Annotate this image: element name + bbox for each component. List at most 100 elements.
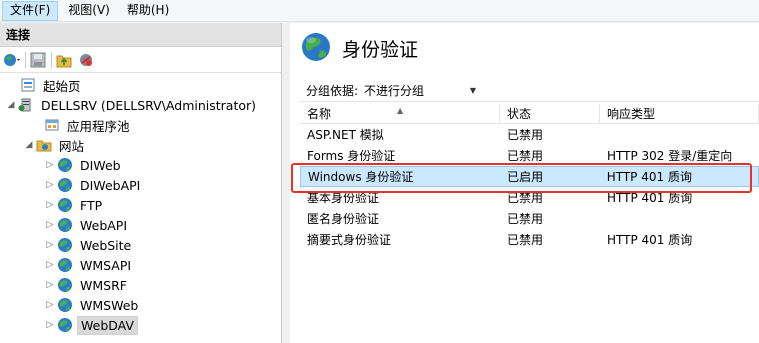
tree-item-site[interactable]: ▷ WMSWeb (45, 295, 141, 315)
cell-status: 已禁用 (507, 128, 544, 142)
column-header-status[interactable]: 状态 (500, 104, 600, 124)
tree-expanded-arrow[interactable]: ◢ (6, 100, 16, 110)
back-globe-icon[interactable] (3, 51, 21, 69)
tree-item-label: FTP (80, 197, 103, 213)
cell-name: 匿名身份验证 (307, 212, 380, 226)
cell-response: HTTP 401 质询 (607, 233, 693, 247)
column-header-label: 名称 (307, 107, 332, 121)
cell-status: 已禁用 (507, 212, 544, 226)
globe-icon (56, 176, 74, 194)
tree-item-label: DIWeb (80, 157, 121, 173)
tree-item-label: WMSWeb (80, 297, 139, 313)
tree-item-label: DIWebAPI (80, 177, 141, 193)
tree-collapsed-arrow[interactable]: ▷ (45, 220, 55, 230)
tree-item-site[interactable]: ▷ WebAPI (45, 215, 130, 235)
save-icon[interactable] (29, 51, 47, 69)
group-by-dropdown[interactable]: 不进行分组 ▼ (364, 82, 480, 99)
globe-icon (56, 216, 74, 234)
tree-item-label: WebDAV (77, 315, 138, 335)
table-row[interactable]: 基本身份验证 已禁用 HTTP 401 质询 (300, 187, 759, 208)
connections-toolbar (0, 47, 281, 73)
tree-item-label: WebAPI (80, 217, 128, 233)
globe-icon (56, 196, 74, 214)
cell-name: 基本身份验证 (307, 191, 380, 205)
globe-icon (56, 316, 74, 334)
group-by-value: 不进行分组 (364, 84, 425, 98)
tree-item-site[interactable]: ▷ FTP (45, 195, 105, 215)
menu-file[interactable]: 文件(F) (2, 0, 59, 21)
table-header: 名称 ▲ 状态 响应类型 (300, 104, 759, 124)
tree-item-sites[interactable]: ◢ 网站 (24, 135, 87, 155)
tree-item-site[interactable]: ▷ DIWeb (45, 155, 124, 175)
globe-icon (56, 236, 74, 254)
feature-header: 身份验证 (300, 31, 418, 66)
table-row[interactable]: Forms 身份验证 已禁用 HTTP 302 登录/重定向 (300, 145, 759, 166)
tree-item-site[interactable]: ▷ WMSAPI (45, 255, 134, 275)
table-row[interactable]: 摘要式身份验证 已禁用 HTTP 401 质询 (300, 229, 759, 250)
tree-item-label: 应用程序池 (67, 118, 130, 134)
toolbar-separator (51, 51, 52, 68)
cell-status: 已启用 (507, 170, 544, 184)
tree-collapsed-arrow[interactable]: ▷ (45, 320, 55, 330)
authentication-globe-icon (300, 31, 332, 66)
tree-item-label: DELLSRV (DELLSRV\Administrator) (41, 97, 257, 113)
tree-item-label: WebSite (80, 237, 132, 253)
cell-response: HTTP 401 质询 (606, 170, 692, 184)
menu-help[interactable]: 帮助(H) (120, 1, 176, 21)
cell-status: 已禁用 (507, 191, 544, 205)
tree-item-start-page[interactable]: 起始页 (8, 75, 84, 95)
tree-collapsed-arrow[interactable]: ▷ (45, 300, 55, 310)
globe-icon (56, 256, 74, 274)
group-by-label: 分组依据: (306, 84, 359, 98)
table-row-selected[interactable]: Windows 身份验证 已启用 HTTP 401 质询 (300, 166, 759, 187)
table-row[interactable]: ASP.NET 模拟 已禁用 (300, 124, 759, 145)
authentication-table: 名称 ▲ 状态 响应类型 ASP.NET 模拟 已禁用 Forms 身份验证 已… (291, 104, 759, 250)
cell-status: 已禁用 (507, 149, 544, 163)
tree-expanded-arrow[interactable]: ◢ (24, 140, 34, 150)
tree-item-site[interactable]: ▷ DIWebAPI (45, 175, 143, 195)
cell-name: ASP.NET 模拟 (307, 128, 384, 142)
tree-collapsed-arrow[interactable]: ▷ (45, 260, 55, 270)
feature-pane: 身份验证 分组依据: 不进行分组 ▼ 名称 ▲ 状态 响应类型 ASP.NET … (290, 23, 759, 343)
connections-header: 连接 (0, 23, 281, 47)
cell-name: Forms 身份验证 (307, 149, 396, 163)
sites-folder-icon (35, 136, 53, 154)
column-header-name[interactable]: 名称 ▲ (300, 104, 500, 124)
globe-icon (56, 156, 74, 174)
disconnect-icon[interactable] (77, 51, 95, 69)
toolbar-separator (25, 51, 26, 68)
tree-collapsed-arrow[interactable]: ▷ (45, 180, 55, 190)
tree-item-label: WMSRF (80, 277, 127, 293)
sort-ascending-icon: ▲ (397, 106, 404, 115)
globe-icon (56, 276, 74, 294)
tree-collapsed-arrow[interactable]: ▷ (45, 160, 55, 170)
start-page-icon (19, 76, 37, 94)
chevron-down-icon: ▼ (469, 86, 477, 95)
globe-icon (56, 296, 74, 314)
tree-collapsed-arrow[interactable]: ▷ (45, 280, 55, 290)
menu-view[interactable]: 视图(V) (61, 1, 117, 21)
tree-collapsed-arrow[interactable]: ▷ (45, 240, 55, 250)
group-by-bar: 分组依据: 不进行分组 ▼ (300, 80, 759, 102)
server-icon (17, 96, 35, 114)
tree-item-site-selected[interactable]: ▷ WebDAV (45, 315, 138, 335)
tree-item-label: 网站 (59, 138, 85, 154)
column-header-response-type[interactable]: 响应类型 (600, 104, 759, 124)
cell-name: Windows 身份验证 (308, 170, 414, 184)
tree-item-site[interactable]: ▷ WMSRF (45, 275, 130, 295)
tree-item-app-pools[interactable]: 应用程序池 (32, 115, 133, 135)
cell-name: 摘要式身份验证 (307, 233, 392, 247)
page-title: 身份验证 (342, 39, 419, 61)
up-folder-icon[interactable] (55, 51, 73, 69)
tree-collapsed-arrow[interactable]: ▷ (45, 200, 55, 210)
app-pool-icon (43, 116, 61, 134)
tree-item-label: WMSAPI (80, 257, 132, 273)
tree-item-label: 起始页 (43, 78, 81, 94)
menu-bar: 文件(F) 视图(V) 帮助(H) (0, 0, 759, 22)
table-row[interactable]: 匿名身份验证 已禁用 (300, 208, 759, 229)
tree-item-site[interactable]: ▷ WebSite (45, 235, 134, 255)
tree-item-server[interactable]: ◢ DELLSRV (DELLSRV\Administrator) (6, 95, 259, 115)
connections-pane: 连接 起始页 ◢ DELLSRV (DELLSRV\Administrator)… (0, 23, 282, 343)
cell-status: 已禁用 (507, 233, 544, 247)
cell-response: HTTP 401 质询 (607, 191, 693, 205)
